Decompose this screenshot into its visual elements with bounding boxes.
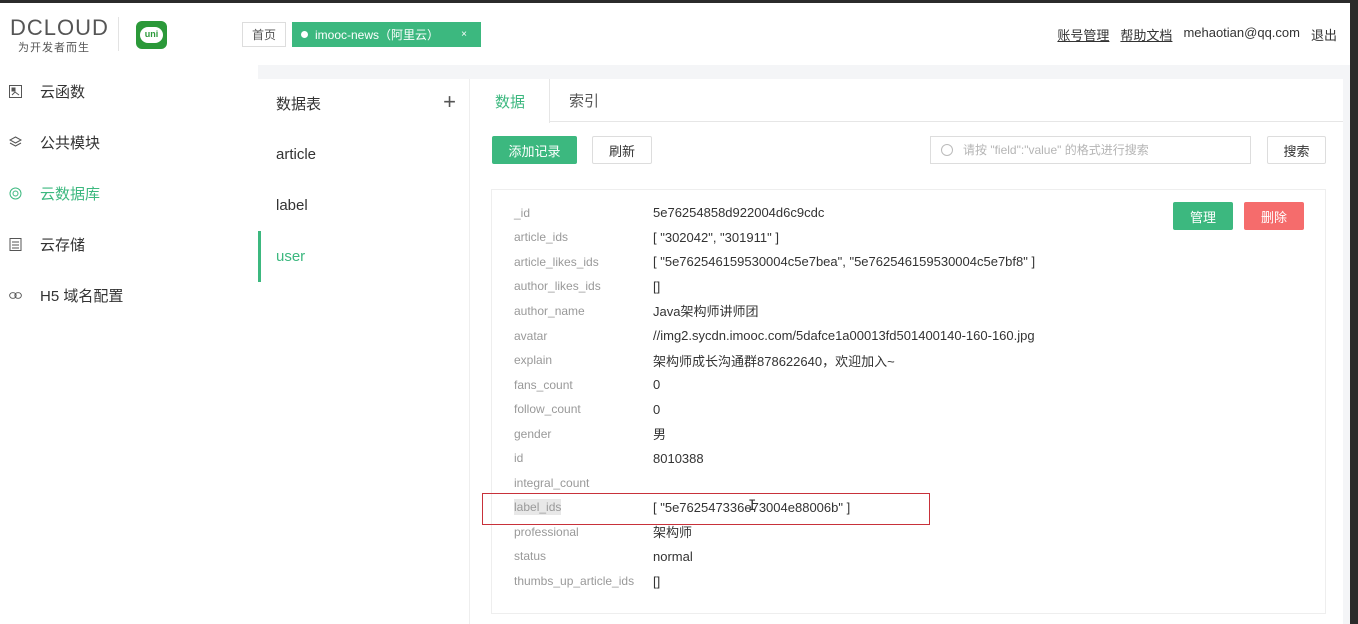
link-icon — [9, 289, 22, 302]
field-value[interactable]: Java架构师讲师团 — [653, 301, 758, 320]
field-value[interactable]: 8010388 — [653, 451, 704, 466]
search-button[interactable]: 搜索 — [1267, 136, 1326, 164]
sidebar-item-label: 云存储 — [40, 236, 86, 254]
field-value[interactable]: 男 — [653, 424, 666, 443]
field-key: follow_count — [514, 402, 581, 417]
sidebar-item-label: 公共模块 — [40, 134, 101, 152]
tables-title: 数据表 — [276, 95, 322, 113]
field-key: gender — [514, 426, 552, 441]
record-field-row: article_ids [ "302042", "301911" ] — [492, 225, 1327, 250]
header: DCLOUD 为开发者而生 uni 首页 imooc-news（阿里云） × 账… — [0, 3, 1358, 65]
tab-home[interactable]: 首页 — [242, 22, 286, 47]
field-key: label_ids — [514, 499, 562, 516]
record-field-row: article_likes_ids [ "5e762546159530004c5e… — [492, 250, 1327, 275]
close-icon[interactable]: × — [461, 29, 467, 40]
record-field-row: status normal — [492, 544, 1327, 569]
sidebar-item-cloud-function[interactable]: 云函数 — [0, 71, 258, 111]
sidebar-item-common-module[interactable]: 公共模块 — [0, 122, 258, 162]
field-value[interactable]: [ "5e762546159530004c5e7bea", "5e7625461… — [653, 254, 1035, 269]
record-field-row: gender 男 — [492, 421, 1327, 446]
database-icon — [9, 187, 22, 200]
record-card: 管理 删除 _id 5e76254858d922004d6c9cdc article… — [491, 189, 1326, 614]
field-key: author_name — [514, 303, 585, 318]
tab-imooc-news[interactable]: imooc-news（阿里云） × — [292, 22, 481, 47]
uni-cloud-logo: uni — [136, 21, 167, 49]
field-key: avatar — [514, 328, 548, 343]
field-key: id — [514, 451, 524, 466]
field-value[interactable]: 架构师成长沟通群878622640，欢迎加入~ — [653, 351, 895, 370]
help-link[interactable]: 帮助文档 — [1120, 25, 1172, 44]
field-value[interactable]: normal — [653, 549, 693, 564]
field-value[interactable]: 0 — [653, 402, 660, 417]
tab-index[interactable]: 索引 — [551, 79, 617, 122]
storage-icon — [9, 237, 22, 251]
cloud-function-icon — [9, 84, 22, 98]
plus-icon[interactable]: + — [443, 89, 456, 115]
header-links: 账号管理 帮助文档 mehaotian@qq.com 退出 — [1057, 25, 1337, 44]
sidebar-item-label: 云数据库 — [40, 185, 101, 203]
uni-logo-text: uni — [144, 29, 159, 39]
record-field-row: follow_count 0 — [492, 397, 1327, 422]
search-field[interactable] — [930, 136, 1251, 164]
record-field-row: fans_count 0 — [492, 372, 1327, 397]
logo-subtitle: 为开发者而生 — [18, 42, 90, 54]
record-field-row: author_name Java架构师讲师团 — [492, 299, 1327, 324]
field-value[interactable]: 5e76254858d922004d6c9cdc — [653, 205, 824, 220]
search-input[interactable] — [963, 143, 1243, 157]
field-value[interactable]: 0 — [653, 377, 660, 392]
logo-text: DCLOUD — [10, 15, 109, 40]
field-value[interactable]: 架构师 — [653, 522, 692, 541]
field-key: status — [514, 549, 547, 564]
logo-divider — [118, 17, 119, 51]
main-panel: 数据表 + article label user 数据 索引 添加记录 刷新 搜… — [258, 79, 1343, 624]
tables-list: 数据表 + article label user — [258, 79, 470, 624]
table-item-user[interactable]: user — [258, 231, 470, 282]
field-key: author_likes_ids — [514, 279, 601, 294]
record-field-row: _id 5e76254858d922004d6c9cdc — [492, 201, 1327, 226]
record-field-row: thumbs_up_article_ids [] — [492, 569, 1327, 594]
field-key: explain — [514, 353, 553, 368]
record-field-row: author_likes_ids [] — [492, 274, 1327, 299]
field-value[interactable]: [ "5e762547336e73004e88006b" ] — [653, 500, 850, 515]
refresh-button[interactable]: 刷新 — [592, 136, 652, 164]
field-key: article_likes_ids — [514, 254, 599, 269]
search-icon — [941, 144, 953, 156]
logout-link[interactable]: 退出 — [1311, 25, 1337, 44]
field-key: _id — [514, 205, 531, 220]
sidebar-item-cloud-database[interactable]: 云数据库 — [0, 173, 258, 213]
field-key: thumbs_up_article_ids — [514, 574, 635, 588]
field-key: article_ids — [514, 230, 569, 245]
record-field-row: id 8010388 — [492, 446, 1327, 471]
sidebar-item-label: H5 域名配置 — [40, 287, 124, 305]
tables-header: 数据表 + — [258, 79, 470, 127]
record-field-row: label_ids [ "5e762547336e73004e88006b" ] — [492, 495, 1327, 520]
record-field-row: avatar //img2.sycdn.imooc.com/5dafce1a000… — [492, 323, 1327, 348]
table-item-label[interactable]: label — [258, 180, 470, 231]
sidebar-item-cloud-storage[interactable]: 云存储 — [0, 224, 258, 264]
field-value[interactable]: [] — [653, 279, 660, 294]
dcloud-logo[interactable]: DCLOUD 为开发者而生 — [10, 15, 110, 55]
user-email[interactable]: mehaotian@qq.com — [1183, 25, 1300, 44]
record-field-row: professional 架构师 — [492, 520, 1327, 545]
layers-icon — [9, 135, 22, 149]
record-field-row: integral_count — [492, 471, 1327, 496]
table-item-article[interactable]: article — [258, 129, 470, 180]
status-dot-icon — [301, 31, 308, 38]
content-tabs: 数据 索引 — [471, 79, 1343, 123]
tab-label: imooc-news（阿里云） — [315, 28, 440, 42]
sidebar-item-h5-domain[interactable]: H5 域名配置 — [0, 275, 258, 315]
sidebar: 云函数 公共模块 云数据库 云存储 H5 域名配置 — [0, 65, 258, 624]
field-value[interactable]: [ "302042", "301911" ] — [653, 230, 779, 245]
field-value[interactable]: //img2.sycdn.imooc.com/5dafce1a00013fd50… — [653, 328, 1035, 343]
window-right-border — [1350, 3, 1358, 624]
account-link[interactable]: 账号管理 — [1057, 25, 1109, 44]
field-value[interactable]: [] — [653, 574, 660, 589]
sidebar-item-label: 云函数 — [40, 83, 86, 101]
add-record-button[interactable]: 添加记录 — [492, 136, 577, 164]
field-key: fans_count — [514, 377, 573, 392]
tab-data[interactable]: 数据 — [471, 79, 550, 123]
record-field-row: explain 架构师成长沟通群878622640，欢迎加入~ — [492, 348, 1327, 373]
field-key: professional — [514, 524, 579, 539]
field-key: integral_count — [514, 475, 590, 490]
